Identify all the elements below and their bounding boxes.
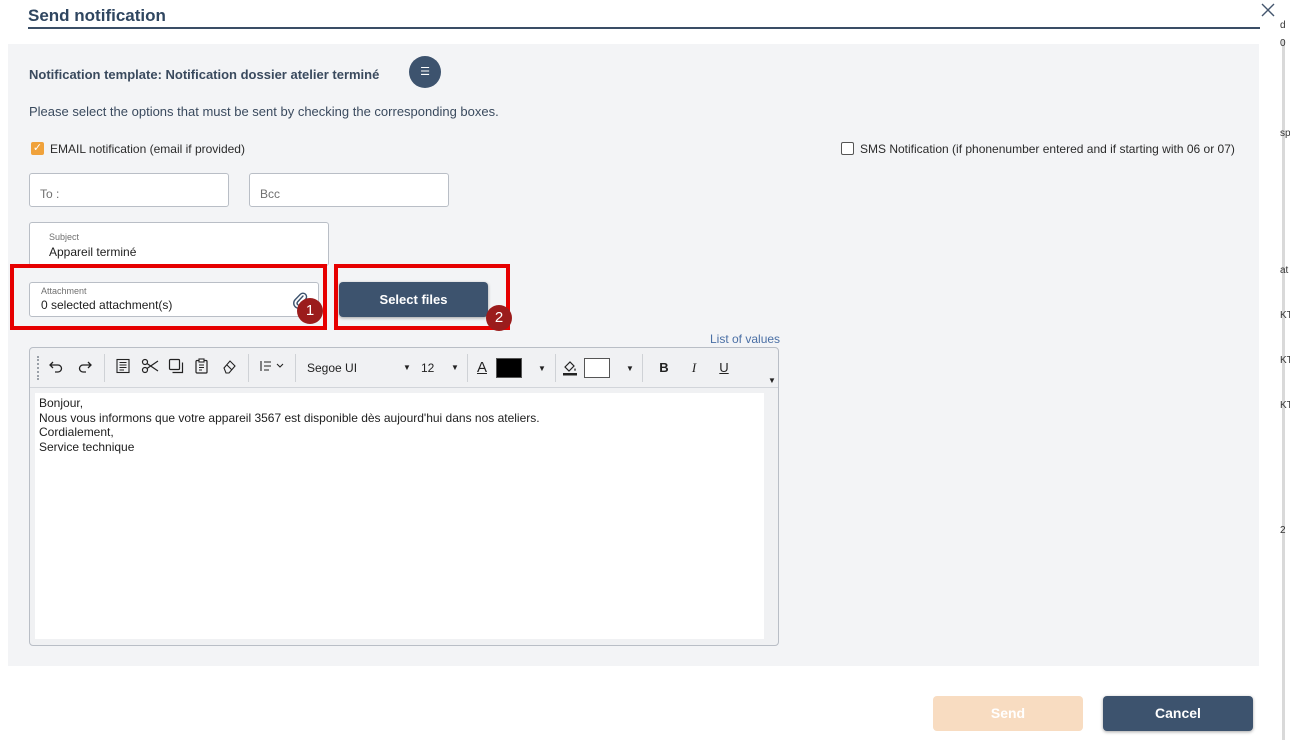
bcc-placeholder: Bcc xyxy=(260,187,281,201)
toolbar-separator xyxy=(104,354,105,382)
to-placeholder: To : xyxy=(40,187,60,201)
toolbar-separator xyxy=(642,354,643,382)
font-family-value: Segoe UI xyxy=(307,361,358,375)
chevron-down-icon: ▼ xyxy=(451,363,459,372)
italic-button[interactable]: I xyxy=(684,358,704,378)
toolbar-separator xyxy=(555,354,556,382)
sms-notification-label: SMS Notification (if phonenumber entered… xyxy=(860,142,1235,156)
rich-text-editor: Segoe UI ▼ 12 ▼ A ▼ ▼ B I U ▼ Bonjour, N… xyxy=(29,347,779,646)
list-of-values-link[interactable]: List of values xyxy=(710,332,780,346)
dialog-title: Send notification xyxy=(28,6,166,25)
to-field[interactable]: To : xyxy=(29,173,229,207)
font-size-value: 12 xyxy=(421,361,435,375)
editor-line: Nous vous informons que votre appareil 3… xyxy=(39,410,540,425)
instruction-text: Please select the options that must be s… xyxy=(29,104,499,119)
background-text-fragment: 2 xyxy=(1280,525,1286,536)
copy-icon[interactable] xyxy=(166,358,186,378)
list-icon[interactable]: ☰ xyxy=(409,56,441,88)
bcc-field[interactable]: Bcc xyxy=(249,173,449,207)
background-text-fragment: 0 xyxy=(1280,38,1286,49)
step-badge-1: 1 xyxy=(297,298,323,324)
paste-icon[interactable] xyxy=(192,358,212,378)
redo-icon[interactable] xyxy=(75,358,95,378)
background-text-fragment: KT xyxy=(1280,310,1290,321)
subject-value: Appareil terminé xyxy=(49,245,137,259)
text-color-icon[interactable]: A xyxy=(474,358,490,378)
highlight-box-attachment xyxy=(10,264,327,330)
bold-button[interactable]: B xyxy=(654,358,674,378)
background-text-fragment: d xyxy=(1280,20,1286,31)
chevron-down-icon[interactable]: ▼ xyxy=(626,364,634,373)
email-notification-label: EMAIL notification (email if provided) xyxy=(50,142,245,156)
clear-format-icon[interactable] xyxy=(219,358,239,378)
toolbar-grip[interactable] xyxy=(37,356,39,380)
toolbar-separator xyxy=(248,354,249,382)
background-text-fragment: KT xyxy=(1280,400,1290,411)
background-text-fragment: KT xyxy=(1280,355,1290,366)
title-divider xyxy=(28,27,1260,29)
template-label: Notification template: Notification doss… xyxy=(29,67,380,82)
background-window-edge: d 0 sp at KT KT KT 2 xyxy=(1278,0,1290,742)
subject-label: Subject xyxy=(49,232,80,242)
toolbar-separator xyxy=(467,354,468,382)
email-notification-checkbox[interactable]: ✓ xyxy=(31,142,44,155)
close-icon[interactable] xyxy=(1258,0,1278,20)
editor-line: Bonjour, xyxy=(39,396,84,410)
font-size-select[interactable]: 12 ▼ xyxy=(417,358,461,378)
highlight-box-select-files xyxy=(334,264,510,330)
subject-field[interactable]: Subject Appareil terminé xyxy=(29,222,329,266)
chevron-down-icon[interactable]: ▼ xyxy=(538,364,546,373)
sms-notification-checkbox[interactable] xyxy=(841,142,854,155)
paragraph-icon[interactable] xyxy=(258,358,288,378)
editor-line: Service technique xyxy=(39,439,135,454)
cut-icon[interactable] xyxy=(140,358,160,378)
select-all-icon[interactable] xyxy=(113,358,133,378)
background-text-fragment: at xyxy=(1280,265,1289,276)
editor-line: Cordialement, xyxy=(39,425,114,439)
font-family-select[interactable]: Segoe UI ▼ xyxy=(303,358,413,378)
background-text-fragment: sp xyxy=(1280,128,1290,139)
chevron-down-icon: ▼ xyxy=(403,363,411,372)
send-button[interactable]: Send xyxy=(933,696,1083,731)
toolbar-overflow-icon[interactable]: ▼ xyxy=(768,376,776,385)
cancel-button[interactable]: Cancel xyxy=(1103,696,1253,731)
text-color-swatch[interactable] xyxy=(496,358,522,378)
undo-icon[interactable] xyxy=(46,358,66,378)
underline-button[interactable]: U xyxy=(714,358,734,378)
highlight-color-icon[interactable] xyxy=(560,358,580,378)
step-badge-2: 2 xyxy=(486,305,512,331)
highlight-color-swatch[interactable] xyxy=(584,358,610,378)
editor-toolbar: Segoe UI ▼ 12 ▼ A ▼ ▼ B I U ▼ xyxy=(30,348,778,388)
editor-content[interactable]: Bonjour, Nous vous informons que votre a… xyxy=(35,393,764,639)
toolbar-separator xyxy=(295,354,296,382)
